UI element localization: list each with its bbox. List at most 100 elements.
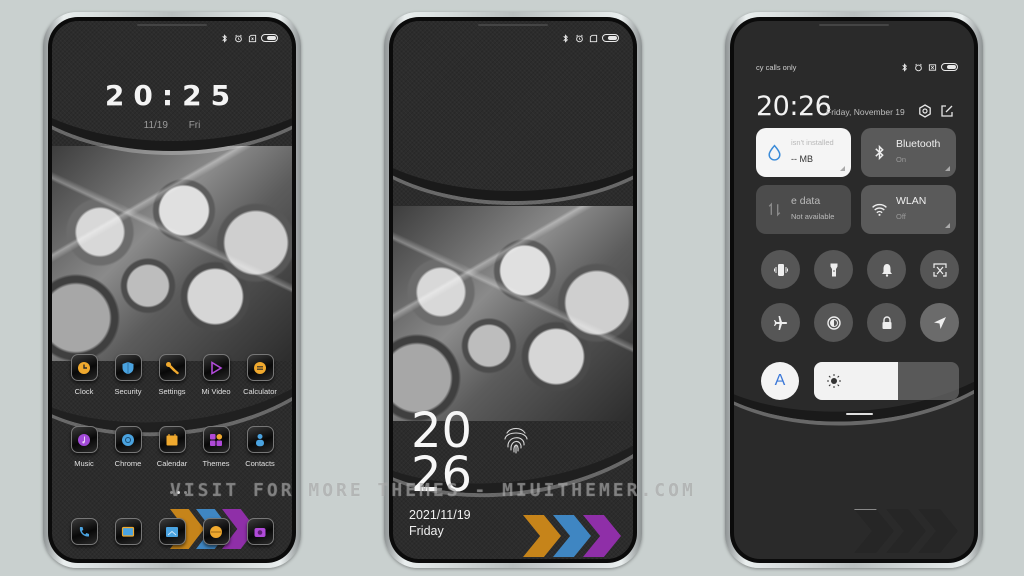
location-icon bbox=[933, 316, 946, 329]
drag-handle[interactable] bbox=[846, 413, 873, 415]
water-drop-icon bbox=[768, 144, 781, 161]
flashlight-icon bbox=[830, 263, 837, 276]
date-text: 11/19 bbox=[143, 120, 168, 131]
alarm-icon bbox=[574, 33, 584, 43]
calculator-icon bbox=[246, 354, 274, 381]
sound-toggle[interactable] bbox=[867, 250, 906, 289]
gallery-icon[interactable] bbox=[158, 518, 186, 545]
sim-icon bbox=[588, 33, 598, 43]
expand-corner-icon bbox=[945, 223, 950, 228]
chevron-decoration bbox=[854, 509, 958, 553]
app-label: Security bbox=[114, 387, 142, 396]
sim-icon bbox=[247, 33, 257, 43]
browser-icon[interactable] bbox=[202, 518, 230, 545]
messages-icon[interactable] bbox=[114, 518, 142, 545]
screenshot-toggle[interactable] bbox=[920, 250, 959, 289]
contrast-icon bbox=[826, 315, 841, 330]
earpiece-speaker bbox=[137, 24, 207, 26]
app-contacts[interactable]: Contacts bbox=[238, 426, 282, 468]
airplane-toggle[interactable] bbox=[761, 303, 800, 342]
battery-icon bbox=[602, 34, 619, 42]
settings-icon[interactable] bbox=[918, 104, 932, 118]
wallpaper-arc bbox=[52, 212, 292, 450]
expand-corner-icon bbox=[840, 166, 845, 171]
battery-icon bbox=[941, 63, 958, 71]
data-usage-tile[interactable]: isn't installed -- MB bbox=[756, 128, 851, 177]
app-label: Music bbox=[74, 459, 94, 468]
sun-icon bbox=[827, 374, 841, 388]
tile-title: isn't installed bbox=[791, 138, 834, 147]
dock bbox=[62, 518, 282, 545]
vibrate-icon bbox=[773, 263, 788, 276]
bluetooth-icon bbox=[219, 33, 229, 43]
earpiece-speaker bbox=[478, 24, 548, 26]
lock-toggle[interactable] bbox=[867, 303, 906, 342]
lock-weekday-text: Friday bbox=[409, 524, 444, 538]
app-themes[interactable]: Themes bbox=[194, 426, 238, 468]
app-clock[interactable]: Clock bbox=[62, 354, 106, 396]
app-label: Calendar bbox=[156, 459, 188, 468]
app-label: Chrome bbox=[114, 459, 142, 468]
app-mi-video[interactable]: Mi Video bbox=[194, 354, 238, 396]
sim-icon bbox=[927, 62, 937, 72]
status-bar bbox=[560, 33, 619, 43]
shield-icon bbox=[114, 354, 142, 381]
bluetooth-icon bbox=[560, 33, 570, 43]
home-date: 11/19 Fri bbox=[52, 120, 292, 131]
wrench-icon bbox=[158, 354, 186, 381]
reading-mode-toggle[interactable] bbox=[814, 303, 853, 342]
home-clock[interactable]: 20:25 bbox=[52, 79, 292, 112]
app-label: Themes bbox=[202, 459, 230, 468]
weekday-text: Fri bbox=[188, 120, 201, 131]
app-label: Contacts bbox=[245, 459, 275, 468]
status-bar bbox=[219, 33, 278, 43]
fingerprint-icon[interactable] bbox=[499, 423, 533, 457]
auto-brightness-button[interactable]: A bbox=[761, 362, 799, 400]
app-label: Mi Video bbox=[201, 387, 231, 396]
edit-icon[interactable] bbox=[940, 104, 954, 118]
wallpaper-arc bbox=[393, 21, 633, 201]
control-center-screen: cy calls only 20:26 Friday, November 19 bbox=[734, 21, 974, 559]
app-calculator[interactable]: Calculator bbox=[238, 354, 282, 396]
chevron-decoration bbox=[523, 515, 621, 557]
app-grid-row-2: Music Chrome Calendar Themes Contacts bbox=[62, 426, 282, 468]
play-icon bbox=[202, 354, 230, 381]
flashlight-toggle[interactable] bbox=[814, 250, 853, 289]
vibrate-toggle[interactable] bbox=[761, 250, 800, 289]
mobile-data-tile[interactable]: e data Not available bbox=[756, 185, 851, 234]
app-music[interactable]: Music bbox=[62, 426, 106, 468]
lock-date: 2021/11/19 Friday bbox=[409, 507, 471, 539]
battery-icon bbox=[261, 34, 278, 42]
music-icon bbox=[70, 426, 98, 453]
earpiece-speaker bbox=[819, 24, 889, 26]
lock-date-text: 2021/11/19 bbox=[409, 508, 471, 522]
tile-title: Bluetooth bbox=[896, 138, 941, 150]
screenshot-icon bbox=[932, 262, 947, 277]
themes-icon bbox=[202, 426, 230, 453]
expand-corner-icon bbox=[945, 166, 950, 171]
calendar-icon bbox=[158, 426, 186, 453]
wlan-tile[interactable]: WLAN Off bbox=[861, 185, 956, 234]
airplane-icon bbox=[773, 315, 787, 330]
lock-screen: 20 26 2021/11/19 Friday bbox=[393, 21, 633, 559]
lock-icon bbox=[882, 315, 891, 329]
bluetooth-icon bbox=[899, 62, 909, 72]
brightness-slider[interactable] bbox=[814, 362, 959, 400]
cc-date[interactable]: Friday, November 19 bbox=[826, 107, 905, 117]
bluetooth-tile[interactable]: Bluetooth On bbox=[861, 128, 956, 177]
app-chrome[interactable]: Chrome bbox=[106, 426, 150, 468]
chevron-dark bbox=[854, 509, 894, 553]
app-calendar[interactable]: Calendar bbox=[150, 426, 194, 468]
tile-title: e data bbox=[791, 195, 821, 207]
alarm-icon bbox=[233, 33, 243, 43]
app-security[interactable]: Security bbox=[106, 354, 150, 396]
alarm-icon bbox=[913, 62, 923, 72]
camera-icon[interactable] bbox=[246, 518, 274, 545]
cc-clock[interactable]: 20:26 bbox=[756, 91, 832, 122]
phone-icon[interactable] bbox=[70, 518, 98, 545]
app-settings[interactable]: Settings bbox=[150, 354, 194, 396]
carrier-text: cy calls only bbox=[756, 63, 797, 72]
contacts-icon bbox=[246, 426, 274, 453]
app-label: Clock bbox=[74, 387, 94, 396]
location-toggle[interactable] bbox=[920, 303, 959, 342]
